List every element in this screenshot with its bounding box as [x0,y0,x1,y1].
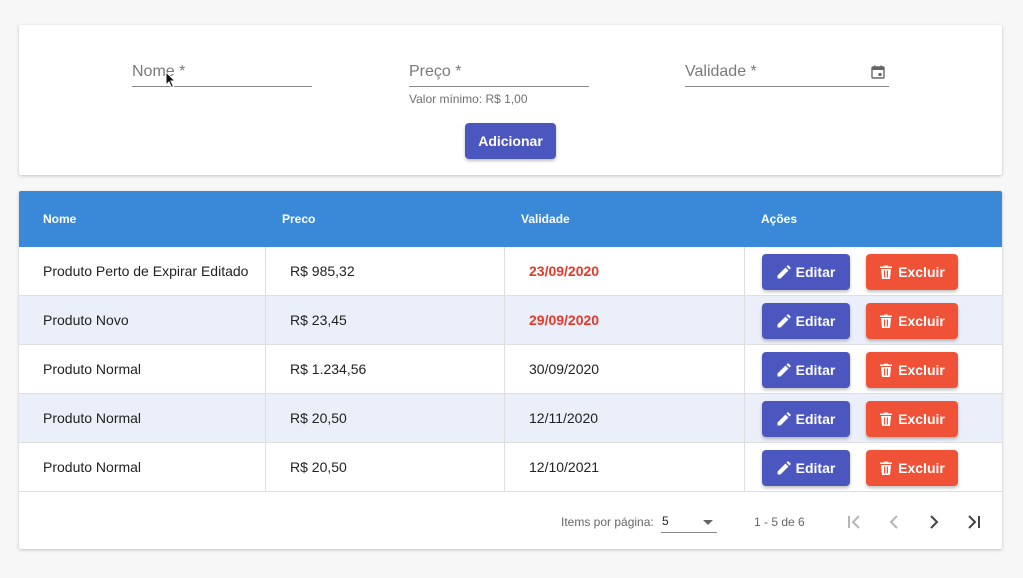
table-row: Produto Novo R$ 23,45 29/09/2020 Editar … [19,296,1002,345]
chevron-down-icon [703,520,713,525]
trash-icon [880,363,893,377]
cell-preco: R$ 985,32 [266,247,505,295]
pencil-icon [777,314,791,328]
edit-button[interactable]: Editar [762,450,850,486]
last-page-icon [968,515,980,529]
edit-label: Editar [795,362,836,378]
mouse-cursor-icon [165,71,177,89]
cell-nome: Produto Novo [19,296,266,344]
cell-nome: Produto Normal [19,345,266,393]
trash-icon [880,314,893,328]
preco-hint: Valor mínimo: R$ 1,00 [409,92,528,106]
first-page-button [842,510,866,534]
cell-preco: R$ 23,45 [266,296,505,344]
preco-label: Preço * [409,63,462,80]
cell-nome: Produto Perto de Expirar Editado [19,247,266,295]
table-header: Nome Preco Validade Ações [19,191,1002,247]
header-acoes: Ações [761,212,798,226]
delete-button[interactable]: Excluir [866,450,958,486]
header-nome[interactable]: Nome [43,212,76,226]
edit-label: Editar [795,264,836,280]
pencil-icon [777,461,791,475]
calendar-icon[interactable] [871,65,885,79]
table-row: Produto Normal R$ 20,50 12/10/2021 Edita… [19,443,1002,492]
next-page-button[interactable] [922,510,946,534]
pencil-icon [777,265,791,279]
preco-underline [409,86,589,87]
product-form-card: Nome * Preço * Valor mínimo: R$ 1,00 Val… [19,25,1002,175]
delete-label: Excluir [898,411,945,427]
trash-icon [880,265,893,279]
nome-field[interactable]: Nome * [132,60,312,90]
edit-button[interactable]: Editar [762,352,850,388]
delete-button[interactable]: Excluir [866,254,958,290]
preco-field[interactable]: Preço * Valor mínimo: R$ 1,00 [409,60,589,106]
cell-preco: R$ 1.234,56 [266,345,505,393]
edit-label: Editar [795,460,836,476]
nome-underline [132,86,312,87]
products-table: Nome Preco Validade Ações Produto Perto … [19,191,1002,549]
trash-icon [880,412,893,426]
pencil-icon [777,363,791,377]
range-label: 1 - 5 de 6 [754,515,805,529]
last-page-button[interactable] [962,510,986,534]
trash-icon [880,461,893,475]
table-row: Produto Normal R$ 1.234,56 30/09/2020 Ed… [19,345,1002,394]
table-row: Produto Normal R$ 20,50 12/11/2020 Edita… [19,394,1002,443]
previous-page-icon [889,515,898,529]
validade-underline [685,86,889,87]
next-page-icon [930,515,939,529]
delete-label: Excluir [898,264,945,280]
items-per-page-label: Items por página: [561,515,654,529]
edit-label: Editar [795,313,836,329]
edit-button[interactable]: Editar [762,254,850,290]
cell-validade: 30/09/2020 [505,345,745,393]
previous-page-button [882,510,906,534]
edit-button[interactable]: Editar [762,303,850,339]
validade-field[interactable]: Validade * [685,60,889,90]
header-validade[interactable]: Validade [521,212,570,226]
edit-label: Editar [795,411,836,427]
cell-validade: 12/11/2020 [505,394,745,442]
delete-button[interactable]: Excluir [866,352,958,388]
header-preco[interactable]: Preco [282,212,315,226]
nome-label: Nome * [132,63,186,80]
delete-label: Excluir [898,313,945,329]
delete-button[interactable]: Excluir [866,401,958,437]
pencil-icon [777,412,791,426]
cell-nome: Produto Normal [19,443,266,491]
cell-validade: 12/10/2021 [505,443,745,491]
delete-label: Excluir [898,460,945,476]
cell-preco: R$ 20,50 [266,394,505,442]
edit-button[interactable]: Editar [762,401,850,437]
table-row: Produto Perto de Expirar Editado R$ 985,… [19,247,1002,296]
delete-button[interactable]: Excluir [866,303,958,339]
page-size-select[interactable]: 5 [661,511,717,533]
delete-label: Excluir [898,362,945,378]
cell-validade-expiring: 23/09/2020 [505,247,745,295]
validade-label: Validade * [685,63,757,80]
page-size-value: 5 [662,514,669,528]
paginator: Items por página: 5 1 - 5 de 6 [19,492,1002,549]
cell-nome: Produto Normal [19,394,266,442]
first-page-icon [848,515,860,529]
cell-preco: R$ 20,50 [266,443,505,491]
cell-validade-expiring: 29/09/2020 [505,296,745,344]
add-button[interactable]: Adicionar [465,123,556,159]
